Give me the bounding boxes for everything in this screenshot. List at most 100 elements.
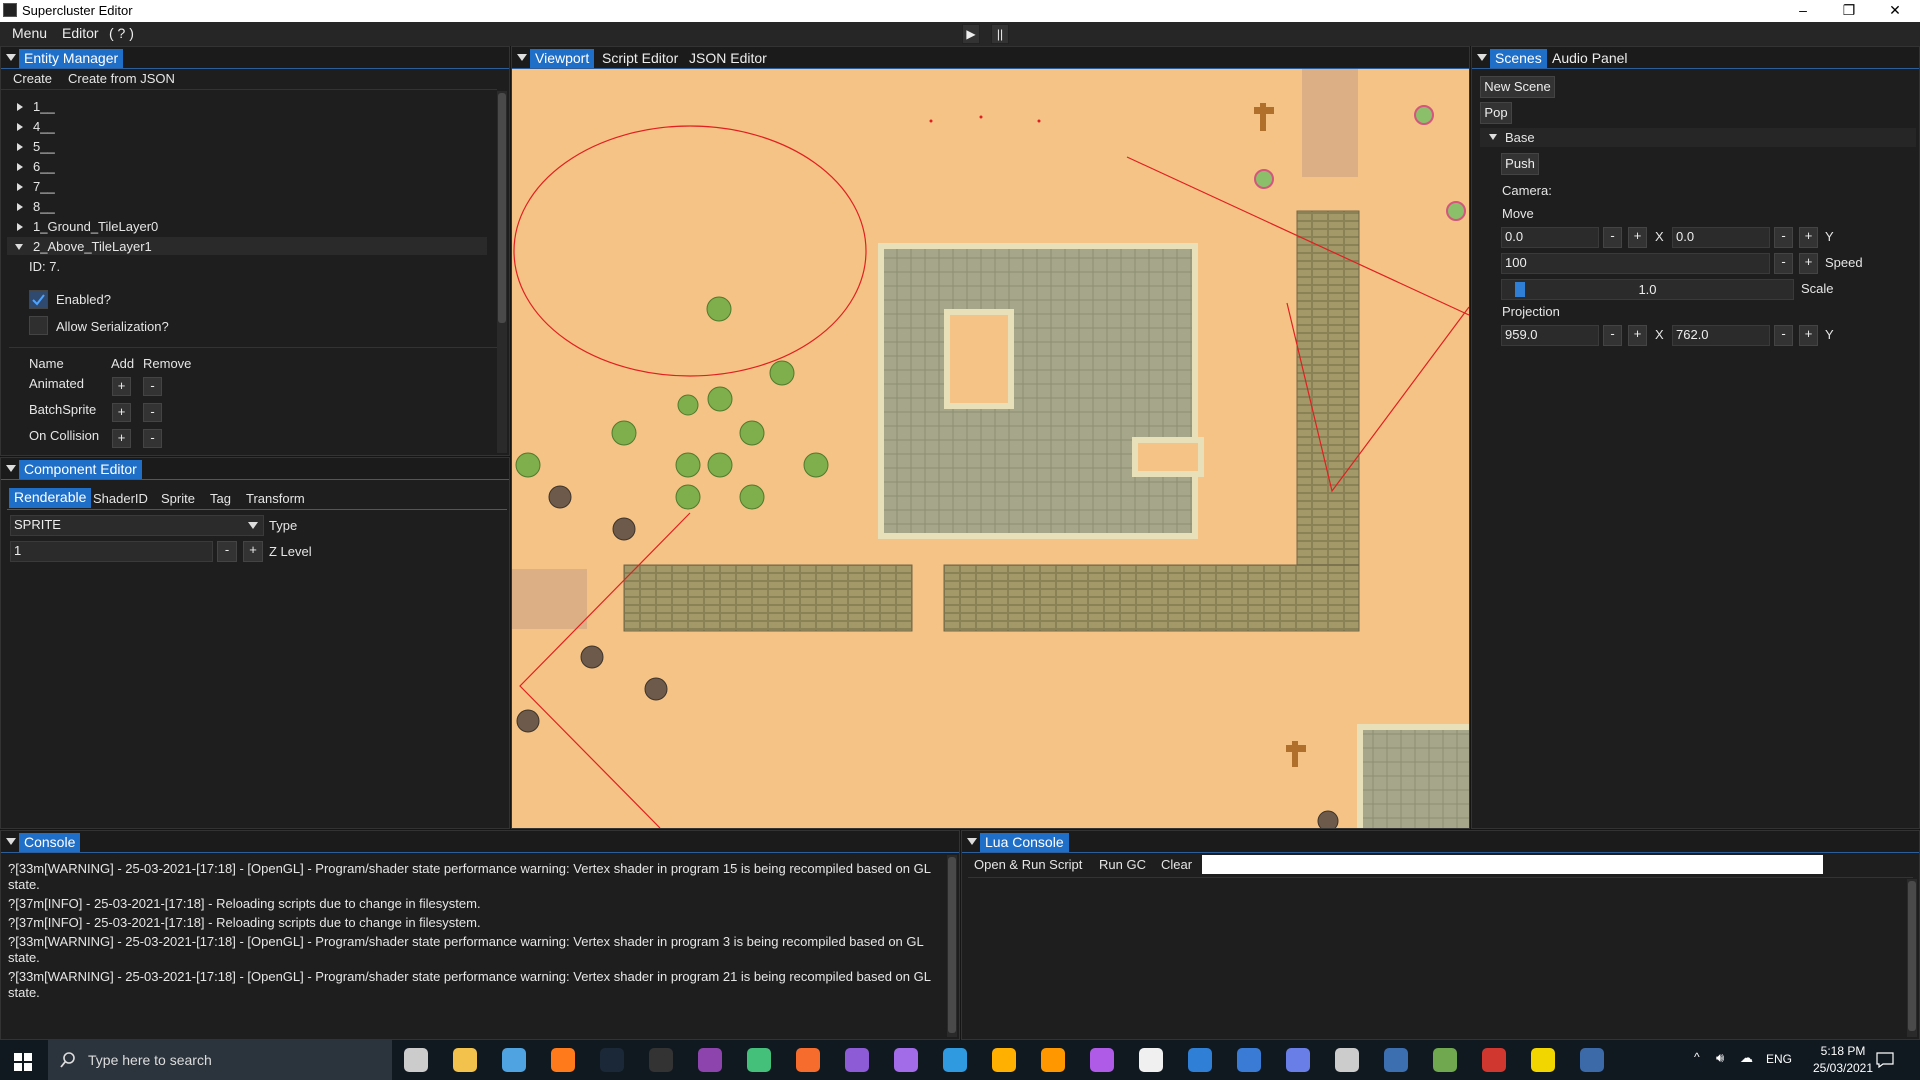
tree-app-icon[interactable] (1433, 1048, 1457, 1072)
play-button[interactable]: ▶ (962, 24, 980, 44)
jetbrains-icon[interactable] (992, 1048, 1016, 1072)
menu-item-help[interactable]: ( ? ) (109, 25, 134, 41)
move-y-plus-button[interactable]: + (1799, 227, 1818, 248)
collapse-icon[interactable] (517, 54, 527, 61)
expand-icon[interactable] (17, 203, 23, 211)
entity-item[interactable]: 1__ (33, 99, 55, 114)
entity-item[interactable]: 7__ (33, 179, 55, 194)
steam-icon[interactable] (600, 1048, 624, 1072)
remove-component-button[interactable]: - (143, 403, 162, 422)
push-button[interactable]: Push (1501, 153, 1539, 175)
tray-up-arrow-icon[interactable]: ^ (1694, 1050, 1700, 1064)
close-button[interactable]: ✕ (1872, 0, 1918, 22)
dropdown-arrow-icon[interactable] (248, 522, 258, 529)
add-component-button[interactable]: + (112, 403, 131, 422)
projection-y-minus-button[interactable]: - (1774, 325, 1793, 346)
pop-button[interactable]: Pop (1480, 102, 1512, 124)
clock-time[interactable]: 5:18 PM (1808, 1044, 1878, 1058)
edge-icon[interactable] (1188, 1048, 1212, 1072)
expand-icon[interactable] (17, 123, 23, 131)
move-x-input[interactable]: 0.0 (1501, 227, 1599, 248)
epic-games-icon[interactable] (649, 1048, 673, 1072)
notepad-icon[interactable] (1139, 1048, 1163, 1072)
editor-app-icon[interactable] (1580, 1048, 1604, 1072)
projection-y-plus-button[interactable]: + (1799, 325, 1818, 346)
clock-date[interactable]: 25/03/2021 (1804, 1061, 1882, 1075)
windows-start-icon[interactable] (14, 1053, 32, 1071)
move-x-minus-button[interactable]: - (1603, 227, 1622, 248)
sticky-notes-icon[interactable] (1531, 1048, 1555, 1072)
projection-y-input[interactable]: 762.0 (1672, 325, 1770, 346)
subtab-transform[interactable]: Transform (246, 491, 305, 506)
entity-item[interactable]: 8__ (33, 199, 55, 214)
entity-item[interactable]: 5__ (33, 139, 55, 154)
speaker-icon[interactable]: 🔊︎ (1716, 1050, 1724, 1066)
projection-x-input[interactable]: 959.0 (1501, 325, 1599, 346)
create-button[interactable]: Create (13, 71, 52, 86)
obs-icon[interactable] (698, 1048, 722, 1072)
move-y-input[interactable]: 0.0 (1672, 227, 1770, 248)
z-level-minus-button[interactable]: - (217, 541, 237, 562)
collapse-icon[interactable] (6, 838, 16, 845)
visual-studio-2-icon[interactable] (894, 1048, 918, 1072)
scroll-thumb[interactable] (498, 93, 506, 323)
expand-icon[interactable] (17, 183, 23, 191)
menu-item-menu[interactable]: Menu (12, 25, 47, 41)
language-indicator[interactable]: ENG (1766, 1052, 1792, 1066)
maximize-button[interactable]: ❐ (1826, 0, 1872, 22)
unity-icon[interactable] (1335, 1048, 1359, 1072)
entity-scrollbar[interactable] (497, 91, 507, 453)
cloud-icon[interactable]: ☁︎ (1740, 1050, 1753, 1066)
search-box[interactable]: Type here to search (48, 1040, 392, 1080)
speed-input[interactable]: 100 (1501, 253, 1770, 274)
collapse-icon[interactable] (15, 244, 23, 250)
add-component-button[interactable]: + (112, 377, 131, 396)
collapse-icon[interactable] (6, 54, 16, 61)
tab-console[interactable]: Console (19, 833, 81, 852)
file-explorer-icon[interactable] (453, 1048, 477, 1072)
subtab-renderable[interactable]: Renderable (9, 488, 92, 508)
lua-input[interactable] (1202, 855, 1823, 874)
projection-x-minus-button[interactable]: - (1603, 325, 1622, 346)
add-component-button[interactable]: + (112, 429, 131, 448)
remove-component-button[interactable]: - (143, 377, 162, 396)
trello-icon[interactable] (1237, 1048, 1261, 1072)
clear-button[interactable]: Clear (1161, 857, 1192, 872)
enabled-checkbox[interactable] (29, 290, 48, 309)
firefox-icon[interactable] (551, 1048, 575, 1072)
image-viewer-icon[interactable] (1384, 1048, 1408, 1072)
lua-scrollbar[interactable] (1907, 879, 1917, 1037)
tab-audio-panel[interactable]: Audio Panel (1547, 49, 1633, 68)
task-view-icon[interactable] (404, 1048, 428, 1072)
scene-base-row[interactable] (1480, 128, 1916, 147)
create-from-json-button[interactable]: Create from JSON (68, 71, 175, 86)
tab-component-editor[interactable]: Component Editor (19, 460, 142, 479)
visual-studio-icon[interactable] (845, 1048, 869, 1072)
collapse-icon[interactable] (6, 465, 16, 472)
anaconda-icon[interactable] (747, 1048, 771, 1072)
tab-lua-console[interactable]: Lua Console (980, 833, 1069, 852)
z-level-plus-button[interactable]: + (243, 541, 263, 562)
subtab-sprite[interactable]: Sprite (161, 491, 195, 506)
collapse-icon[interactable] (1489, 134, 1497, 140)
tab-json-editor[interactable]: JSON Editor (684, 49, 772, 68)
scale-slider[interactable]: 1.0 (1501, 279, 1794, 300)
move-y-minus-button[interactable]: - (1774, 227, 1793, 248)
entity-item[interactable]: 1_Ground_TileLayer0 (33, 219, 158, 234)
speed-plus-button[interactable]: + (1799, 253, 1818, 274)
new-scene-button[interactable]: New Scene (1480, 76, 1555, 98)
scroll-thumb[interactable] (1908, 881, 1916, 1031)
tab-viewport[interactable]: Viewport (530, 49, 595, 68)
scroll-thumb[interactable] (948, 857, 956, 1033)
popcorn-icon[interactable] (1482, 1048, 1506, 1072)
wing-ide-icon[interactable] (502, 1048, 526, 1072)
notification-icon[interactable] (1876, 1052, 1894, 1068)
type-select[interactable]: SPRITE (10, 515, 264, 536)
menu-item-editor[interactable]: Editor (62, 25, 99, 41)
open-run-script-button[interactable]: Open & Run Script (974, 857, 1082, 872)
expand-icon[interactable] (17, 103, 23, 111)
collapse-icon[interactable] (1477, 54, 1487, 61)
origin-icon[interactable] (796, 1048, 820, 1072)
github-icon[interactable] (1090, 1048, 1114, 1072)
pause-button[interactable]: || (991, 24, 1009, 44)
